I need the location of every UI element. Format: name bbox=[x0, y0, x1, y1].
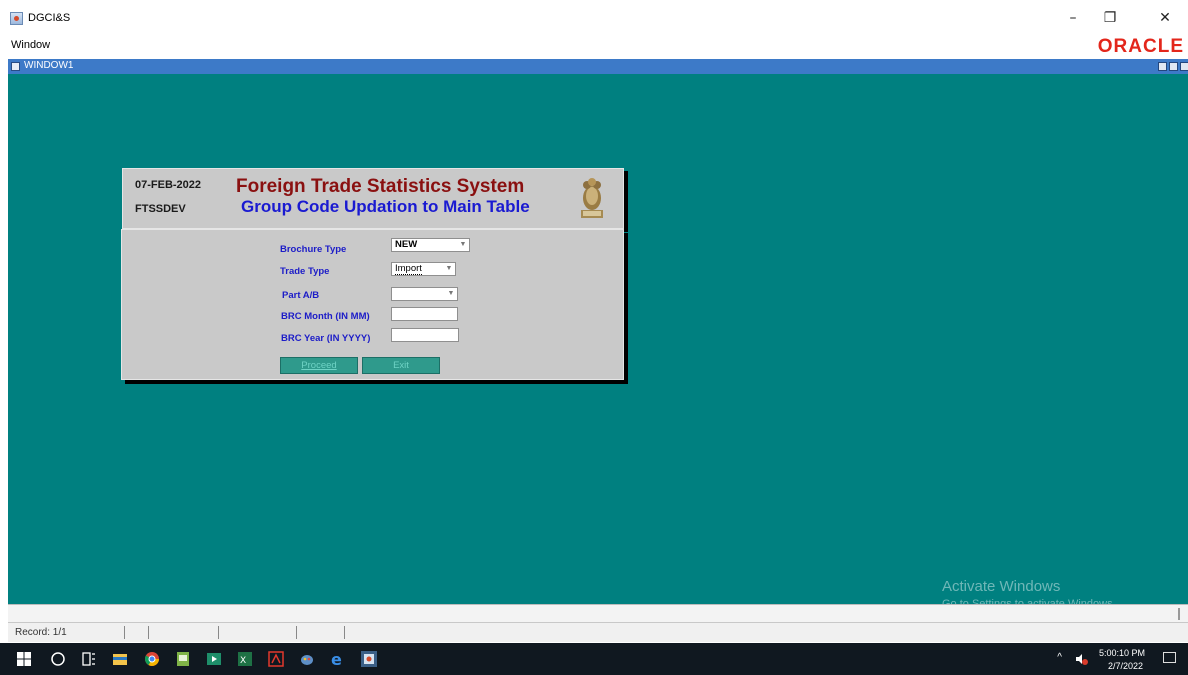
notification-icon[interactable] bbox=[1163, 652, 1176, 663]
chrome-icon[interactable] bbox=[144, 651, 160, 667]
app-title: DGCI&S bbox=[28, 12, 71, 24]
status-bar: Record: 1/1 bbox=[8, 622, 1188, 642]
activation-watermark-title: Activate Windows bbox=[942, 578, 1061, 595]
clock-date[interactable]: 2/7/2022 bbox=[1108, 661, 1143, 671]
brochure-type-label: Brochure Type bbox=[280, 244, 347, 255]
divider bbox=[218, 626, 219, 639]
parameter-form: Brochure Type NEW ▼ Trade Type Import ▼ … bbox=[121, 229, 624, 380]
divider bbox=[1178, 608, 1180, 620]
brc-year-label: BRC Year (IN YYYY) bbox=[281, 333, 371, 344]
exit-button[interactable]: Exit bbox=[362, 357, 440, 374]
taskbar: X e ^ 5:00:10 PM 2/7/2022 bbox=[0, 643, 1188, 675]
paint-icon[interactable] bbox=[299, 651, 315, 667]
current-user: FTSSDEV bbox=[135, 203, 186, 215]
trade-type-value: Import bbox=[395, 263, 422, 275]
search-icon[interactable] bbox=[50, 651, 66, 667]
divider bbox=[148, 626, 149, 639]
restore-button[interactable]: ❐ bbox=[1095, 6, 1125, 30]
window-icon bbox=[11, 62, 20, 71]
divider bbox=[124, 626, 125, 639]
inner-maximize-button[interactable] bbox=[1169, 62, 1178, 71]
brc-month-label: BRC Month (IN MM) bbox=[281, 311, 370, 322]
inner-window-titlebar: WINDOW1 bbox=[8, 59, 1188, 74]
brochure-type-select[interactable]: NEW ▼ bbox=[391, 238, 470, 252]
svg-text:e: e bbox=[331, 651, 342, 667]
media-icon[interactable] bbox=[206, 651, 222, 667]
brc-year-input[interactable] bbox=[391, 328, 459, 342]
divider bbox=[296, 626, 297, 639]
message-bar bbox=[8, 604, 1188, 622]
divider bbox=[344, 626, 345, 639]
screen-subtitle: Group Code Updation to Main Table bbox=[241, 197, 530, 216]
minimize-button[interactable]: – bbox=[1058, 6, 1088, 30]
brc-month-input[interactable] bbox=[391, 307, 458, 321]
excel-icon[interactable]: X bbox=[237, 651, 253, 667]
header-panel: 07-FEB-2022 FTSSDEV Foreign Trade Statis… bbox=[122, 168, 624, 229]
inner-window-title: WINDOW1 bbox=[24, 60, 74, 71]
clock-time[interactable]: 5:00:10 PM bbox=[1099, 648, 1145, 658]
inner-close-button[interactable] bbox=[1180, 62, 1188, 71]
record-indicator: Record: 1/1 bbox=[15, 627, 67, 638]
close-button[interactable]: ✕ bbox=[1150, 6, 1180, 30]
system-title: Foreign Trade Statistics System bbox=[236, 176, 525, 197]
document-icon[interactable] bbox=[175, 651, 191, 667]
proceed-button[interactable]: Proceed bbox=[280, 357, 358, 374]
menu-bar: Window bbox=[0, 36, 1188, 56]
inner-minimize-button[interactable] bbox=[1158, 62, 1167, 71]
internet-explorer-icon[interactable]: e bbox=[330, 651, 346, 667]
java-app-icon bbox=[10, 12, 23, 25]
pdf-icon[interactable] bbox=[268, 651, 284, 667]
chevron-up-icon[interactable]: ^ bbox=[1057, 652, 1062, 663]
java-app-icon[interactable] bbox=[361, 651, 377, 667]
speaker-icon[interactable] bbox=[1074, 652, 1088, 666]
chevron-down-icon[interactable]: ▼ bbox=[447, 290, 455, 298]
current-date: 07-FEB-2022 bbox=[135, 179, 202, 191]
svg-text:X: X bbox=[240, 656, 246, 666]
part-label: Part A/B bbox=[282, 290, 320, 301]
trade-type-label: Trade Type bbox=[280, 266, 330, 277]
menu-window[interactable]: Window bbox=[11, 39, 50, 51]
national-emblem-icon bbox=[581, 178, 603, 218]
file-explorer-icon[interactable] bbox=[112, 651, 128, 667]
oracle-logo: ORACLE bbox=[1097, 36, 1184, 57]
chevron-down-icon[interactable]: ▼ bbox=[445, 265, 453, 273]
task-view-icon[interactable] bbox=[81, 651, 97, 667]
part-select[interactable]: ▼ bbox=[391, 287, 458, 301]
app-titlebar: DGCI&S – ❐ ✕ bbox=[0, 0, 1188, 36]
brochure-type-value: NEW bbox=[395, 239, 418, 250]
chevron-down-icon[interactable]: ▼ bbox=[459, 241, 467, 249]
windows-start-icon[interactable] bbox=[16, 651, 32, 667]
trade-type-select[interactable]: Import ▼ bbox=[391, 262, 456, 276]
